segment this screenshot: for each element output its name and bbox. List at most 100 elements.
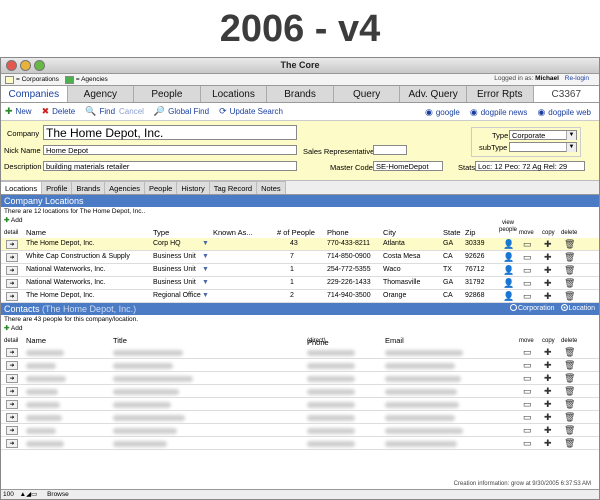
- nick-name-field[interactable]: Home Depot: [43, 145, 297, 155]
- tab-people[interactable]: People: [134, 86, 201, 102]
- radio-location[interactable]: Location: [560, 303, 595, 315]
- trash-icon[interactable]: 🗑: [564, 425, 575, 436]
- move-icon[interactable]: ▭: [523, 239, 532, 250]
- add-contact-button[interactable]: ✚ Add: [1, 324, 599, 334]
- table-row[interactable]: ➜ ▭ ✚ 🗑: [1, 346, 599, 359]
- chevron-down-icon[interactable]: ▼: [202, 279, 209, 286]
- master-code-field[interactable]: SE-HomeDepot: [373, 161, 443, 171]
- trash-icon[interactable]: 🗑: [564, 438, 575, 449]
- chevron-down-icon[interactable]: ▼: [202, 266, 209, 273]
- table-row[interactable]: ➜ ▭ ✚ 🗑: [1, 359, 599, 372]
- move-icon[interactable]: ▭: [523, 265, 532, 276]
- tab-query[interactable]: Query: [334, 86, 401, 102]
- view-people-icon[interactable]: 👤: [503, 252, 514, 263]
- table-row[interactable]: ➜ White Cap Construction & Supply Business…: [1, 251, 599, 264]
- table-row[interactable]: ➜ The Home Depot, Inc. Corp HQ ▼ 43 770-433-8…: [1, 238, 599, 251]
- detail-arrow-icon[interactable]: ➜: [6, 348, 18, 357]
- subtab-notes[interactable]: Notes: [257, 181, 286, 194]
- move-icon[interactable]: ▭: [523, 425, 532, 436]
- trash-icon[interactable]: 🗑: [564, 360, 575, 371]
- sales-rep-field[interactable]: [373, 145, 407, 155]
- trash-icon[interactable]: 🗑: [564, 386, 575, 397]
- delete-button[interactable]: ✖ Delete: [42, 106, 76, 117]
- copy-icon[interactable]: ✚: [544, 278, 552, 289]
- trash-icon[interactable]: 🗑: [564, 373, 575, 384]
- subtab-tag-record[interactable]: Tag Record: [209, 181, 258, 194]
- table-row[interactable]: ➜ The Home Depot, Inc. Regional Office ▼ 2 71…: [1, 290, 599, 303]
- table-row[interactable]: ➜ ▭ ✚ 🗑: [1, 398, 599, 411]
- tab-adv-query[interactable]: Adv. Query: [400, 86, 467, 102]
- global-find-button[interactable]: 🔎 Global Find: [154, 106, 209, 117]
- trash-icon[interactable]: 🗑: [564, 291, 575, 302]
- detail-arrow-icon[interactable]: ➜: [6, 400, 18, 409]
- detail-arrow-icon[interactable]: ➜: [6, 279, 18, 288]
- update-search-button[interactable]: ⟳ Update Search: [219, 106, 283, 117]
- detail-arrow-icon[interactable]: ➜: [6, 439, 18, 448]
- copy-icon[interactable]: ✚: [544, 373, 552, 384]
- copy-icon[interactable]: ✚: [544, 252, 552, 263]
- dogpile-news-link[interactable]: ◉ dogpile news: [470, 107, 528, 118]
- move-icon[interactable]: ▭: [523, 373, 532, 384]
- trash-icon[interactable]: 🗑: [564, 239, 575, 250]
- detail-arrow-icon[interactable]: ➜: [6, 240, 18, 249]
- detail-arrow-icon[interactable]: ➜: [6, 292, 18, 301]
- detail-arrow-icon[interactable]: ➜: [6, 361, 18, 370]
- copy-icon[interactable]: ✚: [544, 438, 552, 449]
- chevron-down-icon[interactable]: ▼: [202, 240, 209, 247]
- detail-arrow-icon[interactable]: ➜: [6, 253, 18, 262]
- trash-icon[interactable]: 🗑: [564, 347, 575, 358]
- detail-arrow-icon[interactable]: ➜: [6, 426, 18, 435]
- cancel-button[interactable]: Cancel: [119, 107, 144, 116]
- view-people-icon[interactable]: 👤: [503, 278, 514, 289]
- new-button[interactable]: ✚ New: [5, 106, 32, 117]
- table-row[interactable]: ➜ ▭ ✚ 🗑: [1, 385, 599, 398]
- copy-icon[interactable]: ✚: [544, 291, 552, 302]
- description-field[interactable]: building materials retailer: [43, 161, 297, 171]
- move-icon[interactable]: ▭: [523, 399, 532, 410]
- view-people-icon[interactable]: 👤: [503, 239, 514, 250]
- table-row[interactable]: ➜ National Waterworks, Inc. Business Unit ▼…: [1, 264, 599, 277]
- detail-arrow-icon[interactable]: ➜: [6, 374, 18, 383]
- tab-locations[interactable]: Locations: [201, 86, 268, 102]
- copy-icon[interactable]: ✚: [544, 239, 552, 250]
- dogpile-web-link[interactable]: ◉ dogpile web: [537, 107, 591, 118]
- move-icon[interactable]: ▭: [523, 291, 532, 302]
- copy-icon[interactable]: ✚: [544, 399, 552, 410]
- zoom-level[interactable]: 100: [3, 491, 14, 498]
- detail-arrow-icon[interactable]: ➜: [6, 413, 18, 422]
- relogin-link[interactable]: Re-login: [565, 75, 589, 82]
- view-people-icon[interactable]: 👤: [503, 265, 514, 276]
- copy-icon[interactable]: ✚: [544, 347, 552, 358]
- move-icon[interactable]: ▭: [523, 360, 532, 371]
- tab-brands[interactable]: Brands: [267, 86, 334, 102]
- table-row[interactable]: ➜ ▭ ✚ 🗑: [1, 411, 599, 424]
- detail-arrow-icon[interactable]: ➜: [6, 387, 18, 396]
- move-icon[interactable]: ▭: [523, 278, 532, 289]
- table-row[interactable]: ➜ ▭ ✚ 🗑: [1, 424, 599, 437]
- trash-icon[interactable]: 🗑: [564, 265, 575, 276]
- subtab-profile[interactable]: Profile: [42, 181, 73, 194]
- trash-icon[interactable]: 🗑: [564, 252, 575, 263]
- chevron-down-icon[interactable]: ▼: [202, 292, 209, 299]
- subtype-select[interactable]: ▼: [509, 142, 577, 152]
- tab-error-rpts[interactable]: Error Rpts: [467, 86, 534, 102]
- copy-icon[interactable]: ✚: [544, 386, 552, 397]
- subtab-people[interactable]: People: [145, 181, 178, 194]
- view-people-icon[interactable]: 👤: [503, 291, 514, 302]
- trash-icon[interactable]: 🗑: [564, 278, 575, 289]
- move-icon[interactable]: ▭: [523, 412, 532, 423]
- table-row[interactable]: ➜ ▭ ✚ 🗑: [1, 437, 599, 450]
- subtab-locations[interactable]: Locations: [1, 181, 43, 194]
- company-field[interactable]: The Home Depot, Inc.: [43, 125, 297, 140]
- google-link[interactable]: ◉ google: [425, 107, 460, 118]
- trash-icon[interactable]: 🗑: [564, 412, 575, 423]
- tab-companies[interactable]: Companies: [1, 86, 68, 102]
- move-icon[interactable]: ▭: [523, 386, 532, 397]
- table-row[interactable]: ➜ National Waterworks, Inc. Business Unit ▼…: [1, 277, 599, 290]
- move-icon[interactable]: ▭: [523, 347, 532, 358]
- type-select[interactable]: Corporate ▼: [509, 130, 577, 140]
- subtab-brands[interactable]: Brands: [72, 181, 106, 194]
- chevron-down-icon[interactable]: ▼: [202, 253, 209, 260]
- tab-agency[interactable]: Agency: [68, 86, 135, 102]
- copy-icon[interactable]: ✚: [544, 425, 552, 436]
